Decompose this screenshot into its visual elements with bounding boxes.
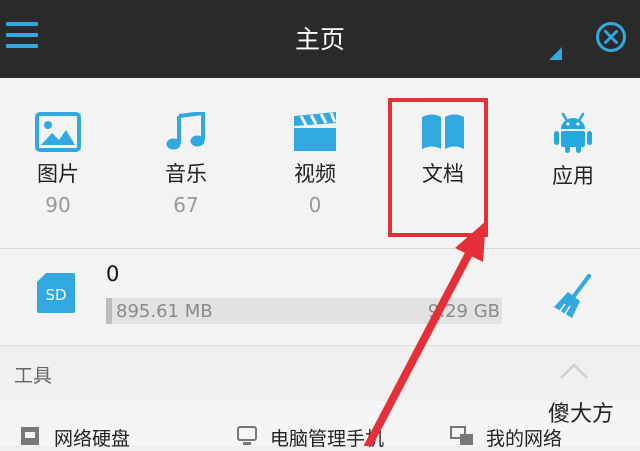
watermark: 傻大方: [548, 402, 615, 427]
annotation-arrow: [364, 221, 486, 446]
